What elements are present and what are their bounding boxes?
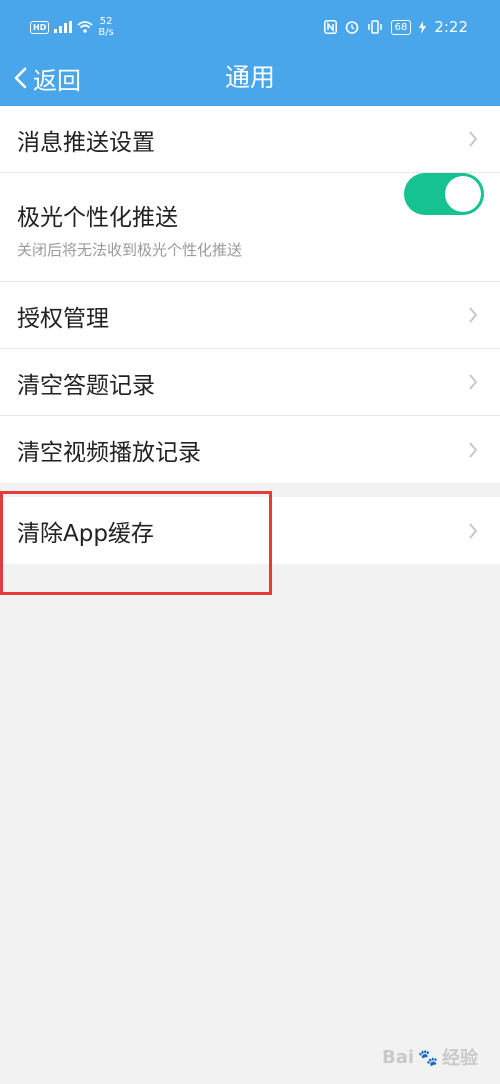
back-label: 返回 xyxy=(33,66,81,95)
net-speed-value: 52 xyxy=(99,16,113,27)
nfc-icon xyxy=(323,20,337,34)
section-divider xyxy=(0,483,500,497)
chevron-right-icon xyxy=(469,374,478,390)
row-jpush-personalized: 极光个性化推送 关闭后将无法收到极光个性化推送 xyxy=(0,173,500,282)
watermark-brand: Bai xyxy=(382,1046,415,1068)
chevron-left-icon xyxy=(14,67,27,89)
row-description: 关闭后将无法收到极光个性化推送 xyxy=(17,241,243,259)
row-label: 清除App缓存 xyxy=(17,521,154,547)
alarm-icon xyxy=(345,21,358,34)
row-label: 消息推送设置 xyxy=(17,130,155,156)
charging-icon xyxy=(419,20,427,34)
jpush-toggle[interactable] xyxy=(404,173,484,215)
row-label: 清空视频播放记录 xyxy=(17,440,201,466)
watermark-suffix: 经验 xyxy=(442,1048,478,1069)
signal-icon xyxy=(54,21,73,33)
settings-list: 消息推送设置 极光个性化推送 关闭后将无法收到极光个性化推送 授权管理 清空答题… xyxy=(0,106,500,564)
chevron-right-icon xyxy=(469,307,478,323)
row-push-settings[interactable]: 消息推送设置 xyxy=(0,106,500,173)
toggle-knob xyxy=(445,176,481,212)
vibrate-icon xyxy=(367,20,382,34)
chevron-right-icon xyxy=(469,131,478,147)
back-button[interactable]: 返回 xyxy=(14,60,81,96)
app-header: HD 52 B/s 68 2:22 返回 通用 xyxy=(0,0,500,106)
wifi-icon xyxy=(77,21,93,33)
row-clear-answer-records[interactable]: 清空答题记录 xyxy=(0,349,500,416)
row-clear-app-cache[interactable]: 清除App缓存 xyxy=(0,497,500,564)
net-speed-unit: B/s xyxy=(98,27,114,38)
row-auth-manage[interactable]: 授权管理 xyxy=(0,282,500,349)
row-label: 授权管理 xyxy=(17,306,109,332)
status-right: 68 2:22 xyxy=(323,18,468,36)
status-bar: HD 52 B/s 68 2:22 xyxy=(0,0,500,56)
row-label: 极光个性化推送 xyxy=(17,205,178,231)
row-label: 清空答题记录 xyxy=(17,373,155,399)
chevron-right-icon xyxy=(469,522,478,539)
chevron-right-icon xyxy=(469,441,478,458)
watermark: Bai 🐾 经验 xyxy=(382,1044,478,1070)
net-speed: 52 B/s xyxy=(98,16,113,38)
status-left: HD 52 B/s xyxy=(30,16,114,38)
hd-badge: HD xyxy=(30,20,50,34)
battery-indicator: 68 xyxy=(390,19,412,35)
row-clear-video-records[interactable]: 清空视频播放记录 xyxy=(0,416,500,483)
clock: 2:22 xyxy=(434,18,468,36)
paw-icon: 🐾 xyxy=(418,1047,438,1067)
